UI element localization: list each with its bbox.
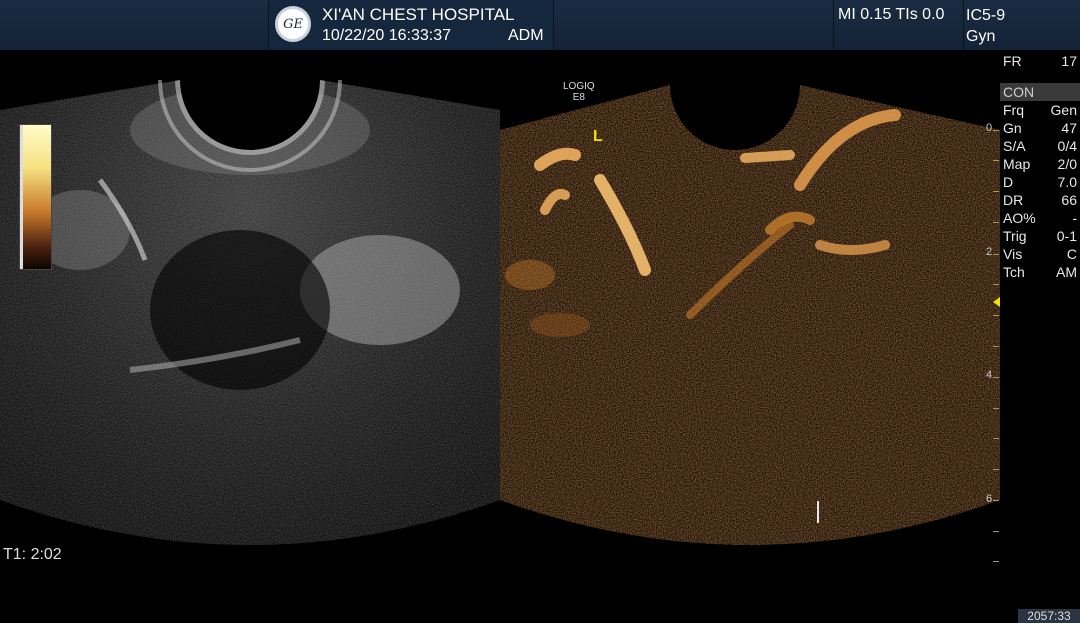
- param-value: 7.0: [1057, 174, 1077, 190]
- param-value: 47: [1061, 120, 1077, 136]
- param-label: Trig: [1003, 228, 1027, 244]
- param-label: DR: [1003, 192, 1024, 208]
- depth-tick: [993, 346, 999, 347]
- depth-tick: [993, 130, 999, 131]
- param-row-tch: Tch AM: [1000, 263, 1080, 281]
- mode-header: CON: [1000, 83, 1080, 101]
- param-row-frq: Frq Gen: [1000, 101, 1080, 119]
- param-row-dr: DR 66: [1000, 191, 1080, 209]
- param-row-d: D 7.0: [1000, 173, 1080, 191]
- param-value: 0/4: [1057, 138, 1077, 154]
- mi-tis-readout: MI 0.15 TIs 0.0: [838, 6, 945, 23]
- header-segment-blank: [553, 0, 834, 50]
- exam-datetime: 10/22/20 16:33:37: [322, 27, 452, 44]
- orientation-marker: L: [593, 128, 603, 145]
- grayscale-colorbar: [19, 124, 52, 270]
- bmode-image: [0, 79, 500, 545]
- param-row-map: Map 2/0: [1000, 155, 1080, 173]
- system-label: LOGIQ E8: [563, 81, 595, 103]
- depth-tick: [993, 531, 999, 532]
- mode-label: CON: [1003, 84, 1035, 100]
- system-label-line1: LOGIQ: [563, 81, 595, 92]
- bmode-sector: [0, 80, 500, 545]
- param-value: 66: [1061, 192, 1077, 208]
- operator-id: ADM: [508, 27, 544, 44]
- param-row-gn: Gn 47: [1000, 119, 1080, 137]
- param-label: Frq: [1003, 102, 1024, 118]
- param-value: AM: [1056, 264, 1077, 280]
- param-value: C: [1066, 246, 1077, 262]
- depth-label-4: 4: [986, 369, 993, 381]
- param-label: Tch: [1003, 264, 1025, 280]
- param-value: 0-1: [1056, 228, 1077, 244]
- contrast-sector: [500, 85, 1000, 545]
- frame-counter[interactable]: 2057:33: [1018, 609, 1080, 623]
- ge-logo-icon: GE: [275, 6, 311, 42]
- depth-tick: [993, 284, 999, 285]
- parameter-panel: FR 17 CON Frq Gen Gn 47 S/A 0/4 Map 2/0 D 7.0…: [1000, 50, 1080, 281]
- header-bar: GE XI'AN CHEST HOSPITAL 10/22/20 16:33:3…: [0, 0, 1080, 50]
- param-row-ao: AO% -: [1000, 209, 1080, 227]
- timer-readout: T1: 2:02: [3, 546, 62, 563]
- depth-tick: [993, 222, 999, 223]
- param-value: 17: [1061, 53, 1077, 69]
- frame-rate-row: FR 17: [1000, 52, 1080, 70]
- focal-zone-marker-icon: [993, 297, 1000, 307]
- param-row-sa: S/A 0/4: [1000, 137, 1080, 155]
- caliper-cursor: [817, 501, 819, 523]
- param-label: Gn: [1003, 120, 1022, 136]
- depth-label-0: 0: [986, 122, 993, 134]
- param-label: S/A: [1003, 138, 1026, 154]
- param-label: FR: [1003, 53, 1022, 69]
- depth-tick: [993, 438, 999, 439]
- hospital-name: XI'AN CHEST HOSPITAL: [322, 5, 515, 24]
- depth-tick: [993, 160, 999, 161]
- param-row-trig: Trig 0-1: [1000, 227, 1080, 245]
- depth-tick: [993, 254, 999, 255]
- depth-tick: [993, 408, 999, 409]
- param-label: Vis: [1003, 246, 1023, 262]
- param-label: D: [1003, 174, 1014, 190]
- param-value: 2/0: [1057, 156, 1077, 172]
- depth-label-6: 6: [986, 493, 993, 505]
- contrast-image: [500, 85, 1000, 545]
- param-value: -: [1072, 210, 1077, 226]
- logo-text: GE: [283, 16, 303, 32]
- param-row-vis: Vis C: [1000, 245, 1080, 263]
- depth-tick: [993, 500, 999, 501]
- depth-tick: [993, 469, 999, 470]
- depth-label-2: 2: [986, 246, 993, 258]
- system-label-line2: E8: [572, 92, 585, 103]
- param-value: Gen: [1050, 102, 1077, 118]
- depth-tick: [993, 377, 999, 378]
- depth-tick: [993, 191, 999, 192]
- depth-tick: [993, 561, 999, 562]
- param-label: Map: [1003, 156, 1031, 172]
- param-label: AO%: [1003, 210, 1036, 226]
- depth-tick: [993, 315, 999, 316]
- depth-scale: 0 2 4 6: [984, 0, 1000, 623]
